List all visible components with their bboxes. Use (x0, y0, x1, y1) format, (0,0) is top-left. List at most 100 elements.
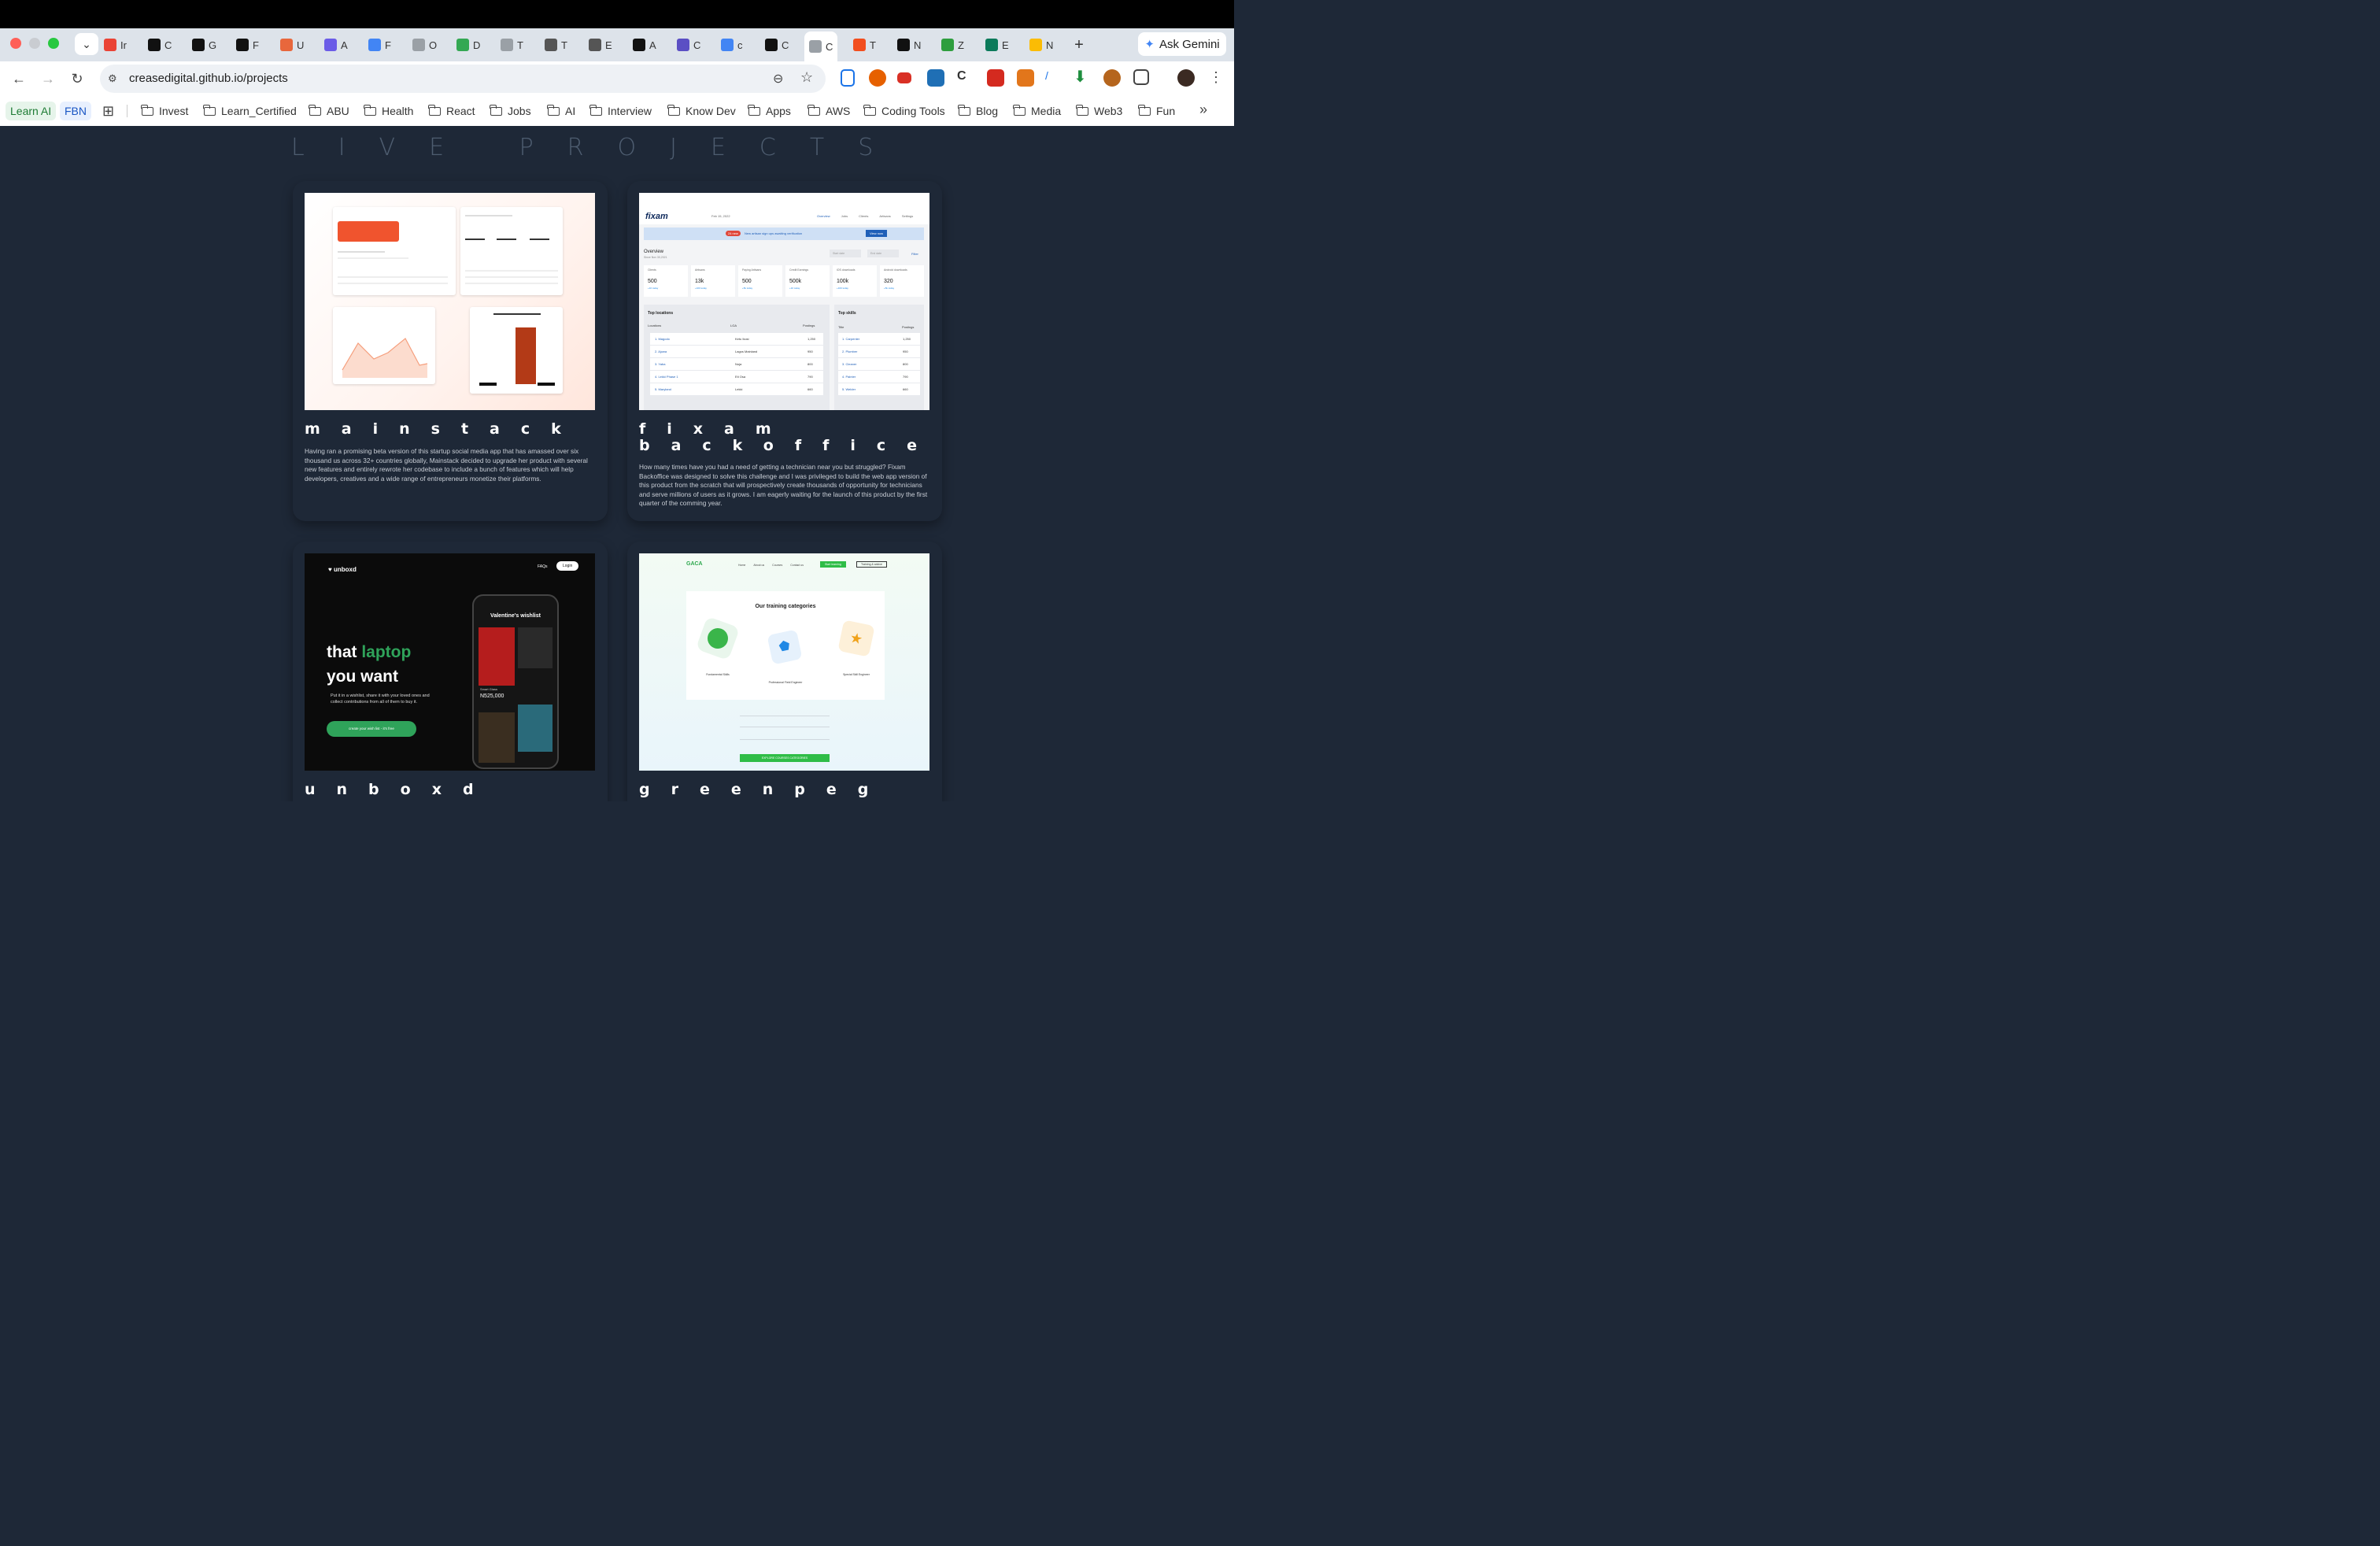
browser-tab[interactable]: C (765, 34, 789, 56)
fixam-nav: Overview Jobs Clients Artisans Settings (817, 214, 913, 218)
bookmark-pill[interactable]: FBN (60, 102, 91, 120)
project-card-greenpeg[interactable]: GACA Home About us Courses Contact us Start… (627, 542, 942, 801)
forward-button[interactable]: → (37, 68, 59, 90)
fixam-stat-card: Credit Earnings 500k +10 today (785, 265, 830, 297)
section-title: LIVE PROJECTS (291, 134, 907, 161)
browser-tab[interactable]: F (368, 34, 391, 56)
fixam-screenshot[interactable]: fixam Feb 15, 2022 Overview Jobs Clients Ar… (639, 193, 929, 410)
bookmark-folder[interactable]: ABU (309, 104, 349, 117)
bookmark-folder[interactable]: Invest (141, 104, 188, 117)
bookmark-folder[interactable]: AI (547, 104, 575, 117)
browser-tab[interactable]: c (721, 34, 743, 56)
browser-tab[interactable]: Ir (104, 34, 127, 56)
project-title[interactable]: fixam backoffice (639, 421, 930, 454)
fixam-top-locations: Top locations Locations LGA Postings 1. … (644, 305, 830, 410)
browser-tab[interactable]: T (545, 34, 567, 56)
browser-tab-label: F (253, 39, 259, 51)
back-button[interactable]: ← (8, 68, 30, 90)
bookmark-folder-label: Learn_Certified (221, 105, 297, 117)
extension-cookie-icon[interactable] (1103, 69, 1121, 87)
apps-grid-icon[interactable]: ⊞ (102, 103, 114, 120)
browser-tab[interactable]: T (853, 34, 876, 56)
browser-tab[interactable]: O (412, 34, 437, 56)
browser-tab[interactable]: A (633, 34, 656, 56)
ask-gemini-button[interactable]: ✦ Ask Gemini (1138, 32, 1226, 56)
bookmark-folder[interactable]: AWS (808, 104, 850, 117)
zoom-icon[interactable]: ⊖ (773, 71, 783, 87)
bookmark-folder[interactable]: Interview (589, 104, 652, 117)
fixam-stat-card: Clients 500 +10 today (644, 265, 688, 297)
extension-metamask-icon[interactable] (1017, 69, 1034, 87)
browser-tab[interactable]: A (324, 34, 348, 56)
tab-search-button[interactable]: ⌄ (75, 33, 98, 55)
bookmark-folder[interactable]: Jobs (490, 104, 531, 117)
extension-pdf-icon[interactable] (987, 69, 1004, 87)
browser-tab[interactable]: E (589, 34, 612, 56)
url-text[interactable]: creasedigital.github.io/projects (129, 72, 288, 85)
bookmark-folder[interactable]: Health (364, 104, 413, 117)
reload-button[interactable]: ↻ (66, 68, 88, 90)
browser-tab[interactable]: N (1029, 34, 1053, 56)
minimize-window-button[interactable] (29, 38, 40, 49)
fixam-skills-header-title: Title (838, 325, 844, 329)
fixam-skill-postings: 950 (903, 350, 908, 353)
browser-tab[interactable]: D (456, 34, 480, 56)
browser-tab[interactable]: C (804, 31, 838, 61)
fixam-location-row: 3. Yaba Noja 800 (650, 358, 823, 371)
browser-tab[interactable]: N (897, 34, 921, 56)
browser-tab[interactable]: E (985, 34, 1009, 56)
bookmark-folder[interactable]: React (428, 104, 475, 117)
bookmark-folder[interactable]: Coding Tools (863, 104, 945, 117)
project-card-mainstack[interactable]: mainstack Having ran a promising beta ve… (293, 181, 608, 521)
address-bar[interactable]: ⚙ creasedigital.github.io/projects ⊖ ☆ (100, 65, 826, 93)
browser-tab[interactable]: Z (941, 34, 964, 56)
bookmark-pill[interactable]: Learn AI (6, 102, 57, 120)
maximize-window-button[interactable] (48, 38, 59, 49)
bookmark-folder[interactable]: Apps (748, 104, 791, 117)
bookmark-star-icon[interactable]: ☆ (800, 69, 813, 86)
new-tab-button[interactable]: + (1070, 35, 1088, 55)
browser-tab[interactable]: T (501, 34, 523, 56)
close-window-button[interactable] (10, 38, 21, 49)
bookmark-folder[interactable]: Media (1013, 104, 1061, 117)
bookmarks-more-button[interactable]: » (1199, 102, 1207, 118)
greenpeg-screenshot[interactable]: GACA Home About us Courses Contact us Start… (639, 553, 929, 771)
oc-icon (765, 39, 778, 51)
extension-pen-icon[interactable]: / (1045, 69, 1062, 87)
extension-megaphone-icon[interactable] (897, 72, 911, 83)
fixam-location-name: 4. Lekki Phase 1 (655, 375, 678, 379)
browser-tab[interactable]: G (192, 34, 216, 56)
browser-tab-label: T (870, 39, 876, 51)
browser-tab-label: A (649, 39, 656, 51)
project-title[interactable]: unboxd (305, 782, 596, 798)
bookmark-folder[interactable]: Web3 (1076, 104, 1122, 117)
bookmark-folder[interactable]: Fun (1138, 104, 1175, 117)
menu-kebab-icon[interactable]: ⋮ (1207, 69, 1225, 87)
bookmark-folder[interactable]: Know Dev (667, 104, 736, 117)
bookmark-folder[interactable]: Blog (958, 104, 998, 117)
extension-s-icon[interactable] (927, 69, 944, 87)
extension-copy-icon[interactable] (841, 69, 855, 87)
site-settings-icon[interactable]: ⚙ (108, 72, 120, 85)
project-title[interactable]: greenpeg (639, 782, 930, 798)
greenpeg-professional-icon: ⬟ (767, 629, 803, 665)
fixam-location-postings: 660 (808, 387, 813, 391)
mainstack-screenshot[interactable] (305, 193, 595, 410)
profile-avatar[interactable] (1177, 69, 1195, 87)
project-title[interactable]: mainstack (305, 421, 596, 438)
browser-tab[interactable]: U (280, 34, 304, 56)
extensions-puzzle-icon[interactable] (1133, 69, 1149, 85)
extension-firefox-icon[interactable] (869, 69, 886, 87)
fixam-stats: Clients 500 +10 today Artisans 13k +100 today… (644, 265, 924, 297)
unboxd-screenshot[interactable]: ♥ unboxd FAQs Login that laptop you want… (305, 553, 595, 771)
extension-download-icon[interactable]: ⬇ (1074, 69, 1091, 87)
project-card-fixam-backoffice[interactable]: fixam Feb 15, 2022 Overview Jobs Clients Ar… (627, 181, 942, 521)
fixam-location-lga: Lekki (735, 387, 743, 391)
browser-tab[interactable]: F (236, 34, 259, 56)
extension-cl-icon[interactable]: C (957, 69, 974, 87)
project-card-unboxd[interactable]: ♥ unboxd FAQs Login that laptop you want… (293, 542, 608, 801)
bookmark-folder[interactable]: Learn_Certified (203, 104, 297, 117)
sun-icon (280, 39, 293, 51)
browser-tab[interactable]: C (148, 34, 172, 56)
browser-tab[interactable]: C (677, 34, 700, 56)
